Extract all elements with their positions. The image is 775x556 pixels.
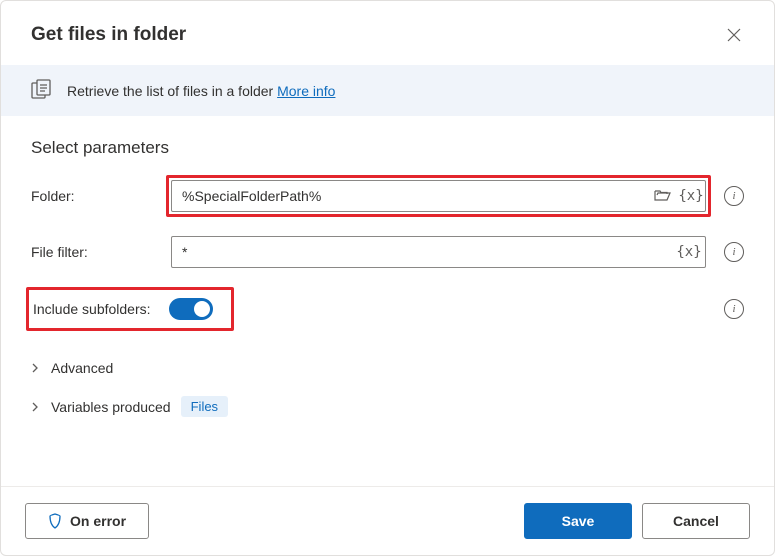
browse-folder-button[interactable] [652,185,674,207]
chevron-right-icon [31,363,41,373]
files-icon [31,79,53,102]
advanced-expander[interactable]: Advanced [31,350,744,386]
include-subfolders-row: Include subfolders: i [31,292,744,326]
folder-open-icon [654,189,672,203]
folder-info-icon[interactable]: i [724,186,744,206]
description-strip: Retrieve the list of files in a folder M… [1,65,774,116]
dialog-header: Get files in folder [1,1,774,65]
more-info-link[interactable]: More info [277,83,335,99]
dialog-get-files-in-folder: Get files in folder Retrieve the list of… [0,0,775,556]
folder-variable-button[interactable]: {x} [680,185,702,207]
description-text: Retrieve the list of files in a folder M… [67,83,335,99]
folder-row: Folder: {x} i [31,180,744,212]
toggle-knob [194,301,210,317]
include-subfolders-toggle[interactable] [169,298,213,320]
close-icon [727,28,741,42]
folder-input-highlight: {x} [166,175,711,217]
file-filter-input[interactable] [171,236,706,268]
variables-badge[interactable]: Files [181,396,228,417]
cancel-button[interactable]: Cancel [642,503,750,539]
dialog-footer: On error Save Cancel [1,486,774,555]
dialog-content: Select parameters Folder: {x} i File fil… [1,116,774,486]
dialog-title: Get files in folder [31,24,186,46]
file-filter-label: File filter: [31,244,161,260]
section-title: Select parameters [31,138,744,158]
include-subfolders-info-icon[interactable]: i [724,299,744,319]
variables-produced-expander[interactable]: Variables produced Files [31,386,744,427]
advanced-label: Advanced [51,360,113,376]
variables-produced-label: Variables produced [51,399,171,415]
file-filter-info-icon[interactable]: i [724,242,744,262]
folder-input[interactable] [171,180,706,212]
include-subfolders-highlight: Include subfolders: [26,287,234,331]
chevron-right-icon [31,402,41,412]
folder-label: Folder: [31,188,161,204]
close-button[interactable] [718,19,750,51]
file-filter-row: File filter: {x} i [31,236,744,268]
save-button[interactable]: Save [524,503,632,539]
include-subfolders-label: Include subfolders: [33,301,151,317]
file-filter-variable-button[interactable]: {x} [678,241,700,263]
on-error-button[interactable]: On error [25,503,149,539]
shield-icon [48,513,62,529]
file-filter-input-wrap: {x} [171,236,706,268]
